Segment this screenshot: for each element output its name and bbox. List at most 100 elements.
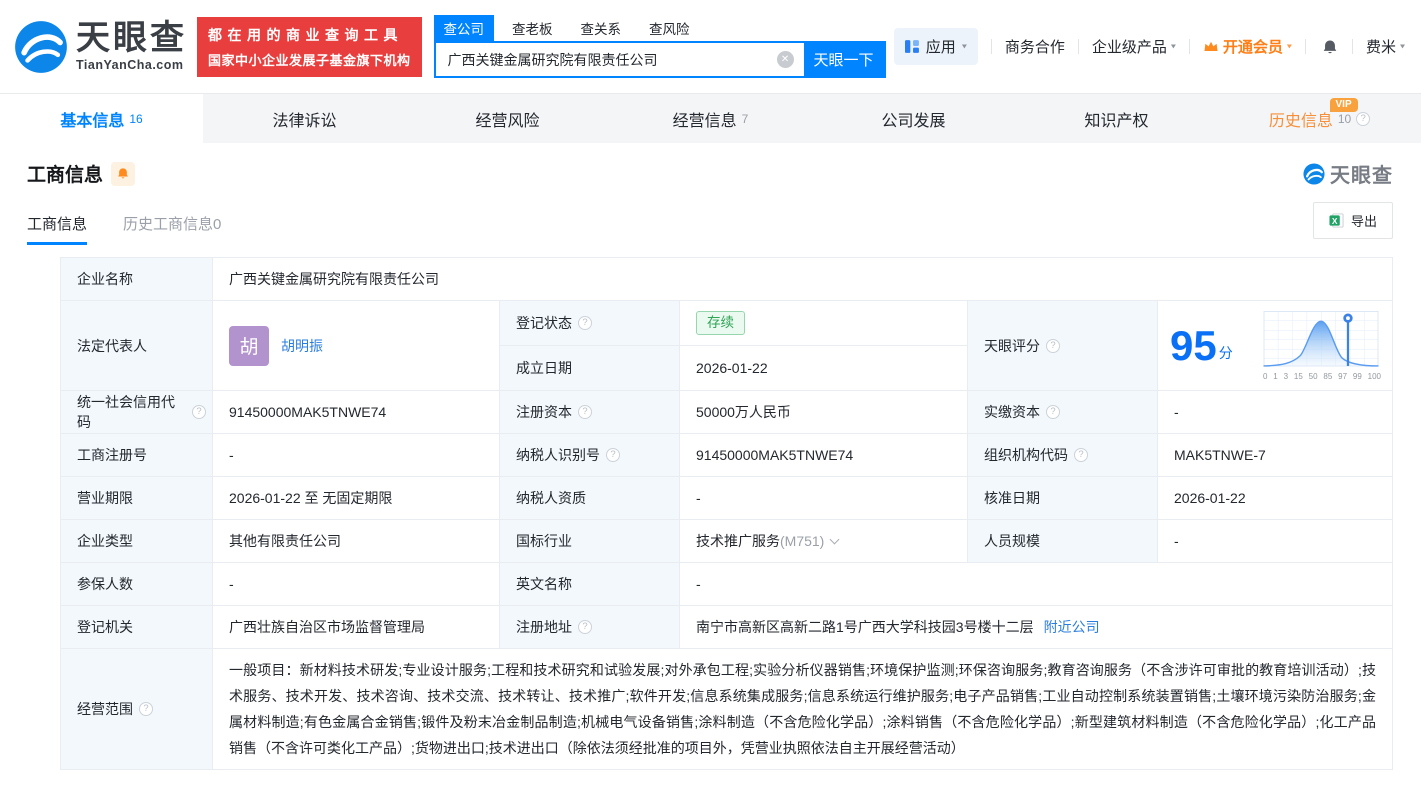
- clear-search-icon[interactable]: ✕: [776, 51, 794, 68]
- field-value-registered-address: 南宁市高新区高新二路1号广西大学科技园3号楼十二层 附近公司: [680, 606, 1392, 649]
- field-label-registered-address: 注册地址 ?: [500, 606, 680, 649]
- site-header: 天眼查 TianYanCha.com 都在用的商业查询工具 国家中小企业发展子基…: [0, 0, 1421, 93]
- promo-line1: 都在用的商业查询工具: [208, 26, 403, 43]
- help-icon[interactable]: ?: [578, 405, 592, 419]
- field-label-establish-date: 成立日期: [500, 346, 680, 391]
- status-badge: 存续: [696, 310, 745, 336]
- field-label-registration-number: 工商注册号: [61, 434, 213, 477]
- subscribe-bell-icon[interactable]: [111, 161, 136, 186]
- brand-name: 天眼查: [76, 19, 187, 57]
- brand-domain: TianYanCha.com: [76, 58, 184, 72]
- field-value-legal-representative: 胡 胡明振: [213, 301, 500, 391]
- help-icon[interactable]: ?: [192, 405, 206, 419]
- tab-operating-info[interactable]: 经营信息 7: [609, 94, 812, 143]
- field-value-registration-number: -: [213, 434, 500, 477]
- crown-icon: [1204, 41, 1218, 51]
- help-icon[interactable]: ?: [578, 620, 592, 634]
- field-label-business-term: 营业期限: [61, 477, 213, 520]
- tab-intellectual-property[interactable]: 知识产权: [1015, 94, 1218, 143]
- help-icon[interactable]: ?: [1046, 405, 1060, 419]
- help-icon[interactable]: ?: [139, 702, 153, 716]
- field-label-insured-count: 参保人数: [61, 563, 213, 606]
- apps-menu[interactable]: 应用 ▾: [893, 28, 978, 65]
- nav-divider: [990, 39, 992, 54]
- score-unit: 分: [1218, 344, 1233, 361]
- field-value-establish-date: 2026-01-22: [680, 346, 968, 391]
- subtab-business-info[interactable]: 工商信息: [27, 213, 88, 245]
- field-label-registered-capital: 注册资本 ?: [500, 391, 680, 434]
- search-tab-relation[interactable]: 查关系: [571, 15, 632, 41]
- chevron-down-icon[interactable]: [829, 534, 840, 544]
- search-area: 查公司 查老板 查关系 查风险 ✕ 天眼一下: [433, 15, 886, 78]
- field-value-taxpayer-id: 91450000MAK5TNWE74: [680, 434, 968, 477]
- section-header: 工商信息 天眼查: [0, 143, 1421, 188]
- nav-enterprise-products[interactable]: 企业级产品 ▾: [1092, 36, 1176, 57]
- tab-label: 历史信息: [1268, 112, 1333, 130]
- vip-badge: VIP: [1329, 98, 1358, 112]
- nearby-companies-link[interactable]: 附近公司: [1044, 617, 1100, 637]
- field-label-organization-code: 组织机构代码 ?: [968, 434, 1158, 477]
- score-distribution-chart[interactable]: 0 1 3 15 50 85 97 99 100: [1262, 310, 1382, 381]
- tab-label: 基本信息: [60, 112, 125, 130]
- score-value: 95: [1170, 321, 1217, 369]
- help-icon[interactable]: ?: [1074, 448, 1088, 462]
- search-button[interactable]: 天眼一下: [803, 43, 884, 76]
- tianyancha-logo[interactable]: 天眼查 TianYanCha.com: [14, 20, 187, 74]
- industry-code: (M751): [780, 533, 825, 549]
- field-label-national-industry: 国标行业: [500, 520, 680, 563]
- field-label-tianyan-score: 天眼评分 ?: [968, 301, 1158, 391]
- nav-divider: [1188, 39, 1190, 54]
- search-tab-company[interactable]: 查公司: [433, 15, 495, 41]
- field-label-company-type: 企业类型: [61, 520, 213, 563]
- field-value-national-industry[interactable]: 技术推广服务 (M751): [680, 520, 968, 563]
- field-label-english-name: 英文名称: [500, 563, 680, 606]
- field-value-business-term: 2026-01-22 至 无固定期限: [213, 477, 500, 520]
- chevron-down-icon: ▾: [1399, 42, 1405, 51]
- avatar[interactable]: 胡: [229, 325, 269, 366]
- tab-basic-info[interactable]: 基本信息 16: [0, 94, 203, 143]
- section-title: 工商信息: [27, 165, 104, 186]
- help-icon[interactable]: ?: [1356, 111, 1371, 126]
- tab-count: 10: [1337, 111, 1352, 126]
- tianyancha-watermark: 天眼查: [1303, 159, 1393, 188]
- subtab-history-business-info[interactable]: 历史工商信息0: [123, 213, 221, 245]
- tab-history-info[interactable]: VIP 历史信息 10 ?: [1218, 94, 1421, 143]
- nav-open-vip[interactable]: 开通会员 ▾: [1203, 36, 1292, 57]
- field-value-business-scope: 一般项目：新材料技术研发;专业设计服务;工程和技术研究和试验发展;对外承包工程;…: [213, 649, 1392, 769]
- nav-business-cooperation[interactable]: 商务合作: [1005, 36, 1065, 57]
- search-tab-risk[interactable]: 查风险: [639, 15, 700, 41]
- tab-company-development[interactable]: 公司发展: [812, 94, 1015, 143]
- nav-user-menu[interactable]: 费米 ▾: [1366, 36, 1405, 57]
- notification-bell-icon[interactable]: [1321, 39, 1339, 55]
- help-icon[interactable]: ?: [578, 316, 592, 330]
- export-label: 导出: [1350, 214, 1377, 229]
- search-input[interactable]: [435, 43, 767, 76]
- help-icon[interactable]: ?: [606, 448, 620, 462]
- tab-legal-litigation[interactable]: 法律诉讼: [203, 94, 406, 143]
- svg-text:X: X: [1332, 216, 1338, 226]
- tab-label: 经营风险: [475, 112, 540, 130]
- promo-line2: 国家中小企业发展子基金旗下机构: [208, 52, 411, 68]
- search-tab-boss[interactable]: 查老板: [502, 15, 563, 41]
- help-icon[interactable]: ?: [1046, 338, 1060, 353]
- nav-divider: [1351, 39, 1353, 54]
- field-value-insured-count: -: [213, 563, 500, 606]
- chevron-down-icon: ▾: [1170, 42, 1176, 51]
- export-button[interactable]: X 导出: [1312, 202, 1393, 239]
- company-tabbar: 基本信息 16 法律诉讼 经营风险 经营信息 7 公司发展 知识产权 VIP 历…: [0, 93, 1421, 143]
- field-label-approval-date: 核准日期: [968, 477, 1158, 520]
- field-value-approval-date: 2026-01-22: [1158, 477, 1392, 520]
- vip-label: 开通会员: [1222, 39, 1283, 56]
- field-label-staff-size: 人员规模: [968, 520, 1158, 563]
- search-type-tabs: 查公司 查老板 查关系 查风险: [433, 15, 886, 41]
- tab-count: 16: [129, 111, 143, 126]
- field-label-registration-authority: 登记机关: [61, 606, 213, 649]
- top-nav: 应用 ▾ 商务合作 企业级产品 ▾ 开通会员 ▾ 费米 ▾: [893, 28, 1405, 65]
- legal-representative-link[interactable]: 胡明振: [281, 336, 323, 356]
- enterprise-label: 企业级产品: [1091, 39, 1167, 56]
- field-value-organization-code: MAK5TNWE-7: [1158, 434, 1392, 477]
- nav-divider: [1304, 39, 1306, 54]
- tab-operating-risk[interactable]: 经营风险: [406, 94, 609, 143]
- tab-label: 经营信息: [672, 112, 737, 130]
- tab-label: 知识产权: [1084, 112, 1149, 130]
